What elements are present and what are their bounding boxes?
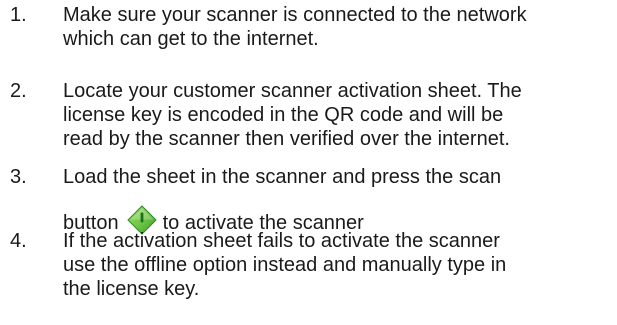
step-number: 3. [10, 166, 27, 188]
step-line: use the offline option instead and manua… [63, 254, 507, 276]
step-line: If the activation sheet fails to activat… [63, 230, 500, 252]
step-line: Make sure your scanner is connected to t… [63, 4, 527, 26]
step-number: 2. [10, 80, 27, 102]
step-text: Locate your customer scanner activation … [63, 79, 615, 151]
step-line: license key is encoded in the QR code an… [63, 104, 504, 126]
step-line: Locate your customer scanner activation … [63, 80, 522, 102]
step-number: 4. [10, 230, 27, 252]
step-line: button to activate the scanner [63, 205, 615, 235]
step-text: Make sure your scanner is connected to t… [63, 3, 615, 51]
step-line: Load the sheet in the scanner and press … [63, 166, 502, 188]
step-line: which can get to the internet. [63, 28, 319, 50]
step-text: Load the sheet in the scanner and press … [63, 165, 615, 235]
step-text: If the activation sheet fails to activat… [63, 229, 615, 301]
step-line: the license key. [63, 278, 200, 300]
step-line: read by the scanner then verified over t… [63, 128, 510, 150]
step-number: 1. [10, 4, 27, 26]
